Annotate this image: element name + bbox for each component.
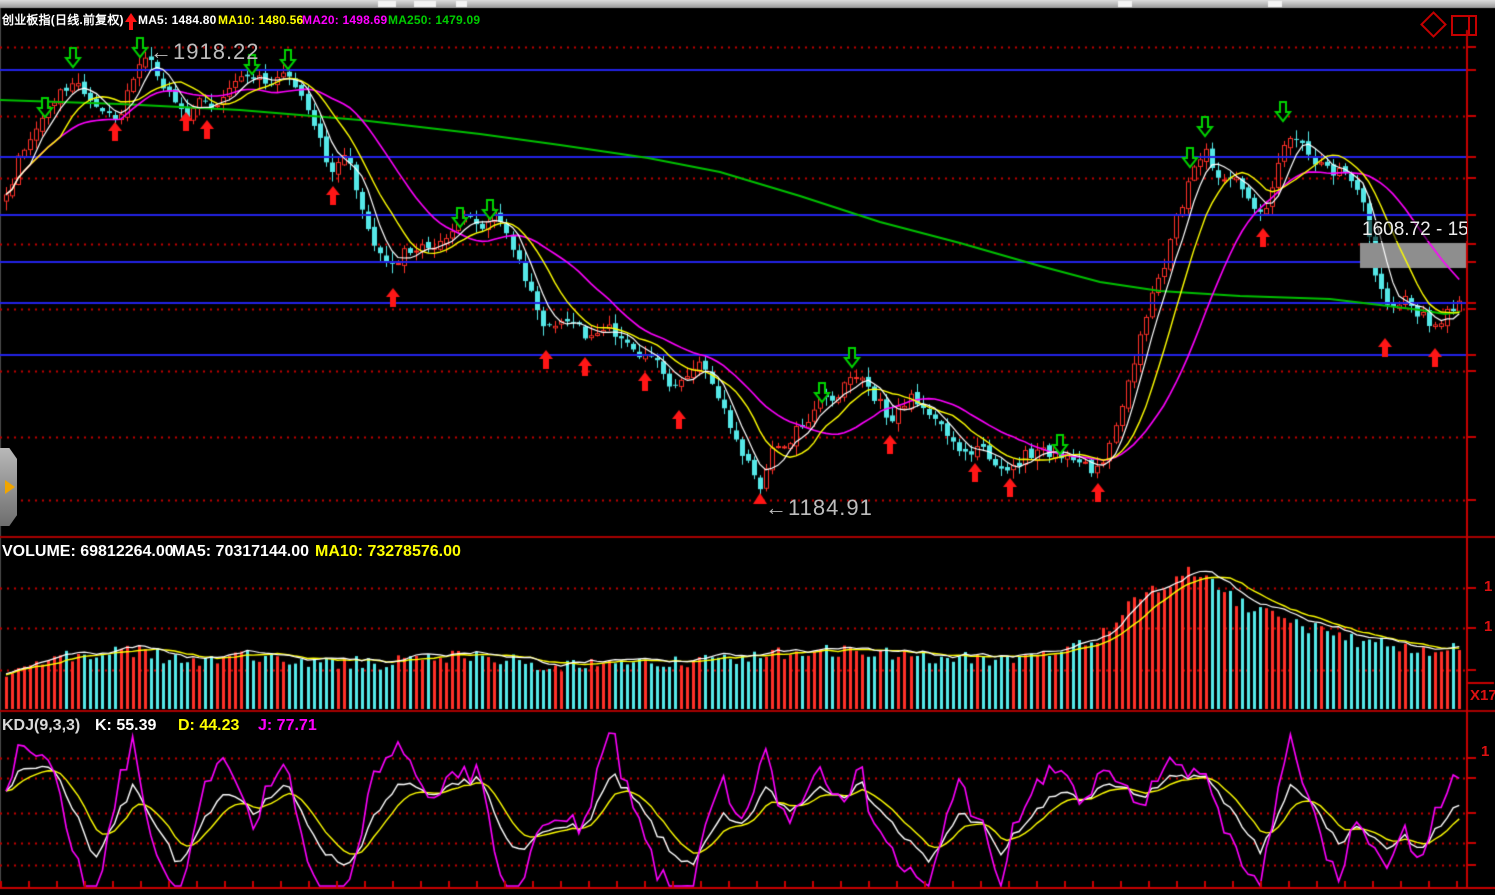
kdj-panel[interactable]: [0, 713, 1467, 887]
kdj-params-label: KDJ(9,3,3): [2, 717, 80, 735]
ma10-value: MA10: 1480.56: [218, 14, 303, 27]
main-chart-panel[interactable]: [0, 32, 1467, 535]
ma5-value: MA5: 1484.80: [138, 14, 216, 27]
window-top-strip: [0, 0, 1495, 8]
volume-value-label: VOLUME: 69812264.00: [2, 543, 174, 561]
volume-panel[interactable]: [0, 539, 1467, 709]
volume-ma5-label: MA5: 70317144.00: [172, 543, 309, 561]
low-price-label: ←1184.91: [765, 496, 873, 520]
volume-axis-label-lower: 1: [1484, 619, 1492, 636]
high-price-label: ←1918.22: [150, 40, 260, 64]
sidebar-expand-tab[interactable]: [0, 448, 17, 526]
volume-multiplier-label: X17: [1470, 688, 1495, 705]
symbol-title: 创业板指(日线.前复权): [2, 14, 124, 27]
ma250-value: MA250: 1479.09: [388, 14, 480, 27]
kdj-k-label: K: 55.39: [95, 717, 156, 735]
volume-axis-label-upper: 1: [1484, 579, 1492, 596]
split-window-icon[interactable]: [1451, 15, 1477, 36]
kdj-axis-label: 1: [1481, 744, 1489, 761]
measure-range-label: 1608.72 - 15: [1362, 220, 1467, 241]
expand-arrow-icon: [5, 480, 15, 494]
kdj-j-label: J: 77.71: [258, 717, 317, 735]
volume-ma10-label: MA10: 73278576.00: [315, 543, 461, 561]
trend-up-arrow-icon: [125, 13, 137, 30]
ma20-value: MA20: 1498.69: [302, 14, 387, 27]
kdj-d-label: D: 44.23: [178, 717, 239, 735]
app-window: { "app": { "top_strip_segments": [{"x":3…: [0, 0, 1495, 895]
